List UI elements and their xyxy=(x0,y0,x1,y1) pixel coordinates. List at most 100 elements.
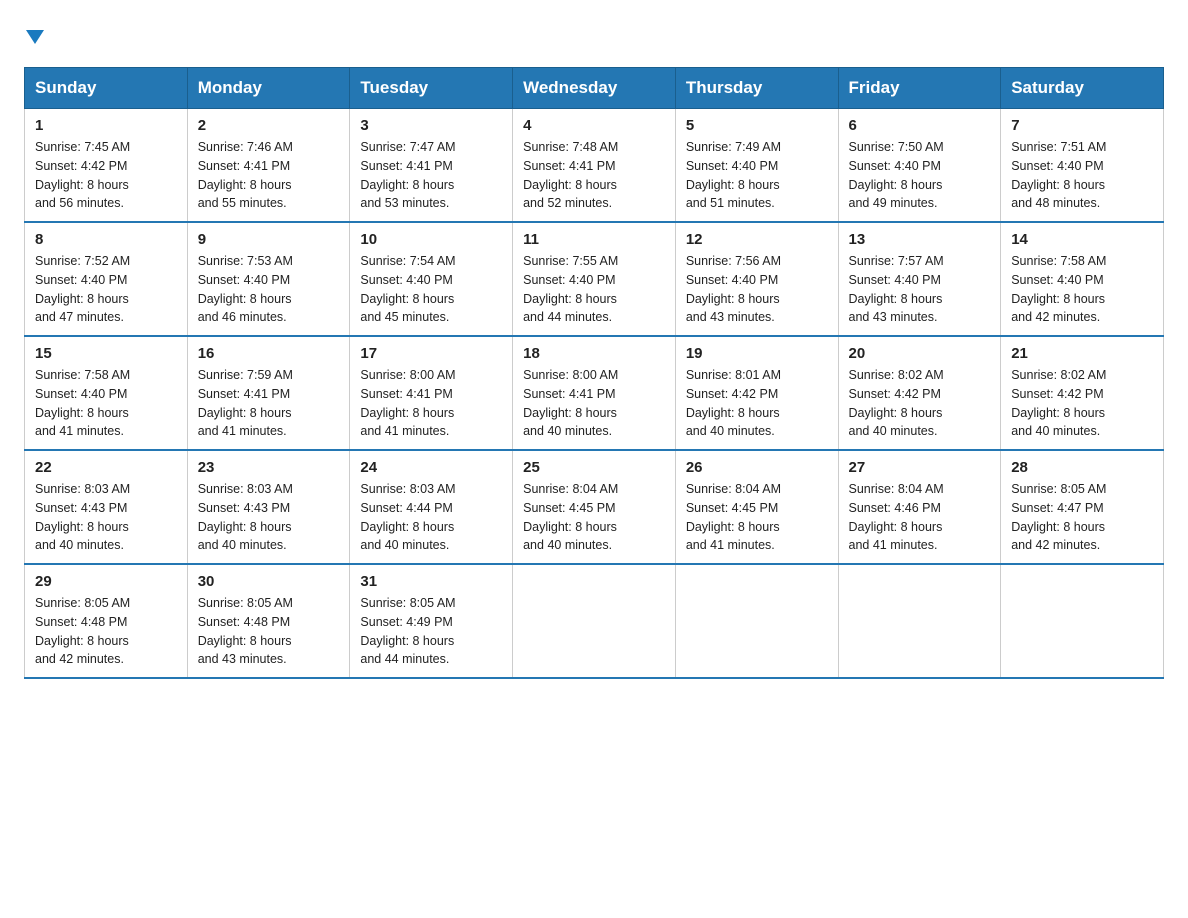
calendar-day-cell: 15 Sunrise: 7:58 AMSunset: 4:40 PMDaylig… xyxy=(25,336,188,450)
day-info: Sunrise: 8:05 AMSunset: 4:49 PMDaylight:… xyxy=(360,596,455,666)
calendar-day-cell: 31 Sunrise: 8:05 AMSunset: 4:49 PMDaylig… xyxy=(350,564,513,678)
day-info: Sunrise: 8:02 AMSunset: 4:42 PMDaylight:… xyxy=(1011,368,1106,438)
day-number: 1 xyxy=(35,117,177,134)
day-number: 12 xyxy=(686,231,828,248)
calendar-day-cell: 6 Sunrise: 7:50 AMSunset: 4:40 PMDayligh… xyxy=(838,109,1001,223)
calendar-day-cell: 1 Sunrise: 7:45 AMSunset: 4:42 PMDayligh… xyxy=(25,109,188,223)
calendar-day-cell: 11 Sunrise: 7:55 AMSunset: 4:40 PMDaylig… xyxy=(513,222,676,336)
day-of-week-header: Saturday xyxy=(1001,68,1164,109)
day-number: 31 xyxy=(360,573,502,590)
day-number: 14 xyxy=(1011,231,1153,248)
calendar-day-cell: 20 Sunrise: 8:02 AMSunset: 4:42 PMDaylig… xyxy=(838,336,1001,450)
calendar-day-cell: 16 Sunrise: 7:59 AMSunset: 4:41 PMDaylig… xyxy=(187,336,350,450)
calendar-day-cell: 18 Sunrise: 8:00 AMSunset: 4:41 PMDaylig… xyxy=(513,336,676,450)
calendar-day-cell: 29 Sunrise: 8:05 AMSunset: 4:48 PMDaylig… xyxy=(25,564,188,678)
calendar-day-cell xyxy=(513,564,676,678)
day-info: Sunrise: 8:04 AMSunset: 4:46 PMDaylight:… xyxy=(849,482,944,552)
day-info: Sunrise: 8:05 AMSunset: 4:47 PMDaylight:… xyxy=(1011,482,1106,552)
day-info: Sunrise: 7:56 AMSunset: 4:40 PMDaylight:… xyxy=(686,254,781,324)
day-number: 21 xyxy=(1011,345,1153,362)
day-info: Sunrise: 7:53 AMSunset: 4:40 PMDaylight:… xyxy=(198,254,293,324)
calendar-week-row: 15 Sunrise: 7:58 AMSunset: 4:40 PMDaylig… xyxy=(25,336,1164,450)
calendar-week-row: 8 Sunrise: 7:52 AMSunset: 4:40 PMDayligh… xyxy=(25,222,1164,336)
day-info: Sunrise: 7:49 AMSunset: 4:40 PMDaylight:… xyxy=(686,140,781,210)
day-number: 9 xyxy=(198,231,340,248)
day-of-week-header: Tuesday xyxy=(350,68,513,109)
day-of-week-header: Sunday xyxy=(25,68,188,109)
calendar-day-cell: 14 Sunrise: 7:58 AMSunset: 4:40 PMDaylig… xyxy=(1001,222,1164,336)
day-info: Sunrise: 7:48 AMSunset: 4:41 PMDaylight:… xyxy=(523,140,618,210)
day-info: Sunrise: 8:04 AMSunset: 4:45 PMDaylight:… xyxy=(523,482,618,552)
day-of-week-header: Wednesday xyxy=(513,68,676,109)
day-info: Sunrise: 8:05 AMSunset: 4:48 PMDaylight:… xyxy=(35,596,130,666)
day-info: Sunrise: 8:03 AMSunset: 4:43 PMDaylight:… xyxy=(198,482,293,552)
day-of-week-header: Thursday xyxy=(675,68,838,109)
day-number: 15 xyxy=(35,345,177,362)
day-info: Sunrise: 8:04 AMSunset: 4:45 PMDaylight:… xyxy=(686,482,781,552)
day-number: 16 xyxy=(198,345,340,362)
day-of-week-header: Friday xyxy=(838,68,1001,109)
day-number: 17 xyxy=(360,345,502,362)
day-number: 26 xyxy=(686,459,828,476)
logo-arrow-icon xyxy=(24,26,46,53)
calendar-day-cell: 13 Sunrise: 7:57 AMSunset: 4:40 PMDaylig… xyxy=(838,222,1001,336)
day-number: 30 xyxy=(198,573,340,590)
day-info: Sunrise: 7:51 AMSunset: 4:40 PMDaylight:… xyxy=(1011,140,1106,210)
day-info: Sunrise: 7:54 AMSunset: 4:40 PMDaylight:… xyxy=(360,254,455,324)
calendar-day-cell: 28 Sunrise: 8:05 AMSunset: 4:47 PMDaylig… xyxy=(1001,450,1164,564)
day-info: Sunrise: 8:00 AMSunset: 4:41 PMDaylight:… xyxy=(523,368,618,438)
day-number: 28 xyxy=(1011,459,1153,476)
day-number: 25 xyxy=(523,459,665,476)
day-info: Sunrise: 7:45 AMSunset: 4:42 PMDaylight:… xyxy=(35,140,130,210)
day-number: 8 xyxy=(35,231,177,248)
calendar-day-cell: 23 Sunrise: 8:03 AMSunset: 4:43 PMDaylig… xyxy=(187,450,350,564)
day-of-week-header: Monday xyxy=(187,68,350,109)
day-info: Sunrise: 7:58 AMSunset: 4:40 PMDaylight:… xyxy=(35,368,130,438)
day-number: 10 xyxy=(360,231,502,248)
calendar-week-row: 22 Sunrise: 8:03 AMSunset: 4:43 PMDaylig… xyxy=(25,450,1164,564)
calendar-day-cell: 9 Sunrise: 7:53 AMSunset: 4:40 PMDayligh… xyxy=(187,222,350,336)
calendar-day-cell: 25 Sunrise: 8:04 AMSunset: 4:45 PMDaylig… xyxy=(513,450,676,564)
calendar-day-cell xyxy=(1001,564,1164,678)
calendar-day-cell xyxy=(675,564,838,678)
calendar-day-cell: 12 Sunrise: 7:56 AMSunset: 4:40 PMDaylig… xyxy=(675,222,838,336)
calendar-day-cell: 8 Sunrise: 7:52 AMSunset: 4:40 PMDayligh… xyxy=(25,222,188,336)
day-number: 7 xyxy=(1011,117,1153,134)
day-number: 13 xyxy=(849,231,991,248)
day-number: 3 xyxy=(360,117,502,134)
day-info: Sunrise: 8:02 AMSunset: 4:42 PMDaylight:… xyxy=(849,368,944,438)
day-info: Sunrise: 7:55 AMSunset: 4:40 PMDaylight:… xyxy=(523,254,618,324)
day-info: Sunrise: 8:01 AMSunset: 4:42 PMDaylight:… xyxy=(686,368,781,438)
calendar-day-cell: 10 Sunrise: 7:54 AMSunset: 4:40 PMDaylig… xyxy=(350,222,513,336)
calendar-day-cell: 24 Sunrise: 8:03 AMSunset: 4:44 PMDaylig… xyxy=(350,450,513,564)
day-info: Sunrise: 8:03 AMSunset: 4:44 PMDaylight:… xyxy=(360,482,455,552)
day-number: 19 xyxy=(686,345,828,362)
day-info: Sunrise: 8:00 AMSunset: 4:41 PMDaylight:… xyxy=(360,368,455,438)
calendar-day-cell: 7 Sunrise: 7:51 AMSunset: 4:40 PMDayligh… xyxy=(1001,109,1164,223)
calendar-week-row: 1 Sunrise: 7:45 AMSunset: 4:42 PMDayligh… xyxy=(25,109,1164,223)
day-number: 5 xyxy=(686,117,828,134)
day-number: 6 xyxy=(849,117,991,134)
calendar-day-cell: 26 Sunrise: 8:04 AMSunset: 4:45 PMDaylig… xyxy=(675,450,838,564)
day-number: 11 xyxy=(523,231,665,248)
day-info: Sunrise: 8:05 AMSunset: 4:48 PMDaylight:… xyxy=(198,596,293,666)
day-number: 23 xyxy=(198,459,340,476)
page-header xyxy=(24,24,1164,51)
day-info: Sunrise: 7:57 AMSunset: 4:40 PMDaylight:… xyxy=(849,254,944,324)
day-info: Sunrise: 7:52 AMSunset: 4:40 PMDaylight:… xyxy=(35,254,130,324)
day-info: Sunrise: 7:59 AMSunset: 4:41 PMDaylight:… xyxy=(198,368,293,438)
logo xyxy=(24,24,46,51)
day-info: Sunrise: 7:50 AMSunset: 4:40 PMDaylight:… xyxy=(849,140,944,210)
day-info: Sunrise: 7:46 AMSunset: 4:41 PMDaylight:… xyxy=(198,140,293,210)
calendar-day-cell: 19 Sunrise: 8:01 AMSunset: 4:42 PMDaylig… xyxy=(675,336,838,450)
calendar-day-cell: 30 Sunrise: 8:05 AMSunset: 4:48 PMDaylig… xyxy=(187,564,350,678)
calendar-day-cell: 17 Sunrise: 8:00 AMSunset: 4:41 PMDaylig… xyxy=(350,336,513,450)
day-info: Sunrise: 8:03 AMSunset: 4:43 PMDaylight:… xyxy=(35,482,130,552)
day-number: 2 xyxy=(198,117,340,134)
calendar-day-cell: 5 Sunrise: 7:49 AMSunset: 4:40 PMDayligh… xyxy=(675,109,838,223)
calendar-table: SundayMondayTuesdayWednesdayThursdayFrid… xyxy=(24,67,1164,679)
day-number: 18 xyxy=(523,345,665,362)
day-number: 27 xyxy=(849,459,991,476)
calendar-day-cell: 27 Sunrise: 8:04 AMSunset: 4:46 PMDaylig… xyxy=(838,450,1001,564)
day-info: Sunrise: 7:47 AMSunset: 4:41 PMDaylight:… xyxy=(360,140,455,210)
